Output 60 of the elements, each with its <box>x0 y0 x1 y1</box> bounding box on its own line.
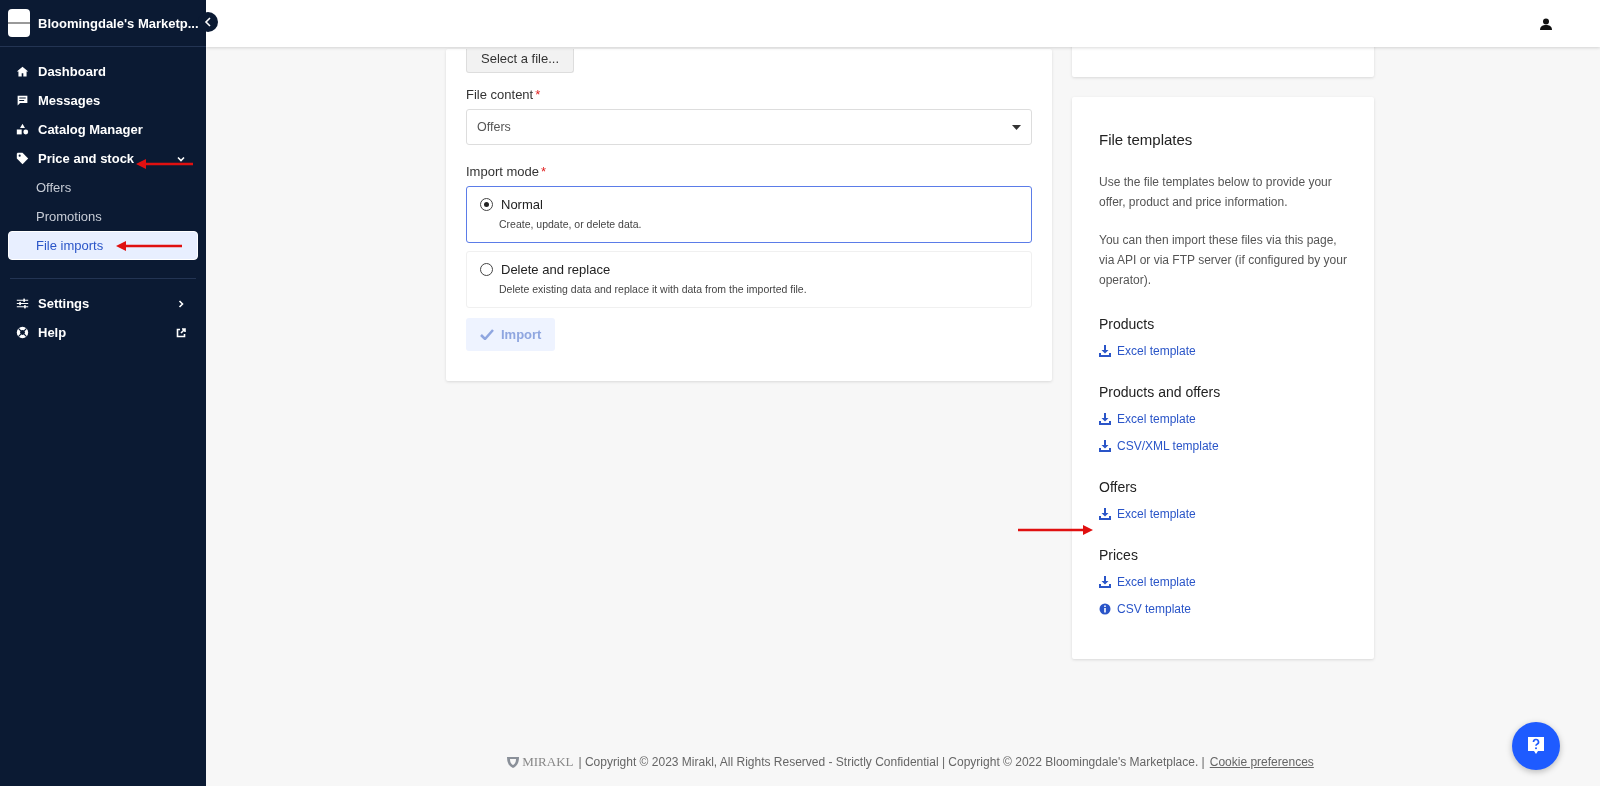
caret-icon <box>1012 124 1021 130</box>
download-icon <box>1099 508 1111 520</box>
shield-icon <box>506 755 521 769</box>
brand-logo <box>8 9 30 37</box>
option-description: Delete existing data and replace it with data from the imported file. <box>499 283 808 295</box>
check-icon <box>480 329 494 340</box>
annotation-arrow <box>116 241 182 251</box>
nav-item[interactable]: Help <box>8 318 198 347</box>
import-mode-option[interactable]: Delete and replace Delete existing data and replace it with data from the imported file. <box>466 251 1032 308</box>
download-icon <box>1099 345 1111 357</box>
copyright-text: | Copyright © 2023 Mirakl, All Rights Reserved - Strictly Confidential | Copyright © 2022 Bloomingdale's Marketplace. | <box>578 755 1205 769</box>
download-icon <box>1099 576 1111 588</box>
nav-subitem[interactable]: Offers <box>8 173 198 202</box>
import-mode-option[interactable]: Normal Create, update, or delete data. <box>466 186 1032 243</box>
nav-icon <box>16 152 29 165</box>
template-link[interactable]: Excel template <box>1099 575 1196 589</box>
template-link[interactable]: Excel template <box>1099 507 1196 521</box>
nav-subitem[interactable]: Promotions <box>8 202 198 231</box>
nav-icon <box>16 326 29 339</box>
nav-icon <box>16 65 29 78</box>
option-label: Normal <box>501 197 543 212</box>
nav-item[interactable]: Messages <box>8 86 198 115</box>
nav-item[interactable]: Catalog Manager <box>8 115 198 144</box>
description-text: You can then import these files via this page, via API or via FTP server (if configured by your operator). <box>1099 232 1347 289</box>
nav-item[interactable]: Dashboard <box>8 57 198 86</box>
template-link[interactable]: Excel template <box>1099 344 1196 358</box>
option-label: Delete and replace <box>501 262 611 277</box>
card-title: File templates <box>1099 131 1194 148</box>
section-title: Offers <box>1099 479 1138 495</box>
template-link[interactable]: CSV template <box>1099 602 1192 616</box>
select-file-button[interactable]: Select a file... <box>466 49 575 73</box>
user-icon[interactable] <box>1540 17 1552 30</box>
nav-icon <box>16 123 29 136</box>
help-button[interactable] <box>1512 722 1560 770</box>
nav-subitem[interactable]: File imports <box>8 231 198 260</box>
chevron-left-icon <box>204 17 212 27</box>
section-title: Prices <box>1099 547 1139 563</box>
description-text: Use the file templates below to provide your offer, product and price information. <box>1099 174 1333 211</box>
chevron-right-icon <box>176 298 186 309</box>
download-icon <box>1099 413 1111 425</box>
mirakl-logo: MIRAKL <box>506 754 574 770</box>
info-icon <box>1099 603 1111 615</box>
template-link[interactable]: Excel template <box>1099 412 1196 426</box>
help-icon <box>1527 736 1545 756</box>
cookie-link[interactable]: Cookie preferences <box>1209 755 1314 769</box>
option-description: Create, update, or delete data. <box>499 218 643 230</box>
nav-icon <box>16 94 29 107</box>
nav-icon <box>16 297 29 310</box>
nav-item[interactable]: Price and stock <box>8 144 198 173</box>
annotation-arrow <box>136 159 193 169</box>
download-icon <box>1099 440 1111 452</box>
external-link-icon <box>176 327 186 338</box>
section-title: Products and offers <box>1099 384 1222 400</box>
brand-name: Bloomingdale's Marketp... <box>38 15 199 31</box>
field-label: Import mode* <box>466 164 548 179</box>
field-label: File content* <box>466 87 542 102</box>
file-content-select[interactable]: Offers <box>466 109 1032 145</box>
template-link[interactable]: CSV/XML template <box>1099 439 1219 453</box>
nav-item[interactable]: Settings <box>8 289 198 318</box>
section-title: Products <box>1099 316 1156 332</box>
